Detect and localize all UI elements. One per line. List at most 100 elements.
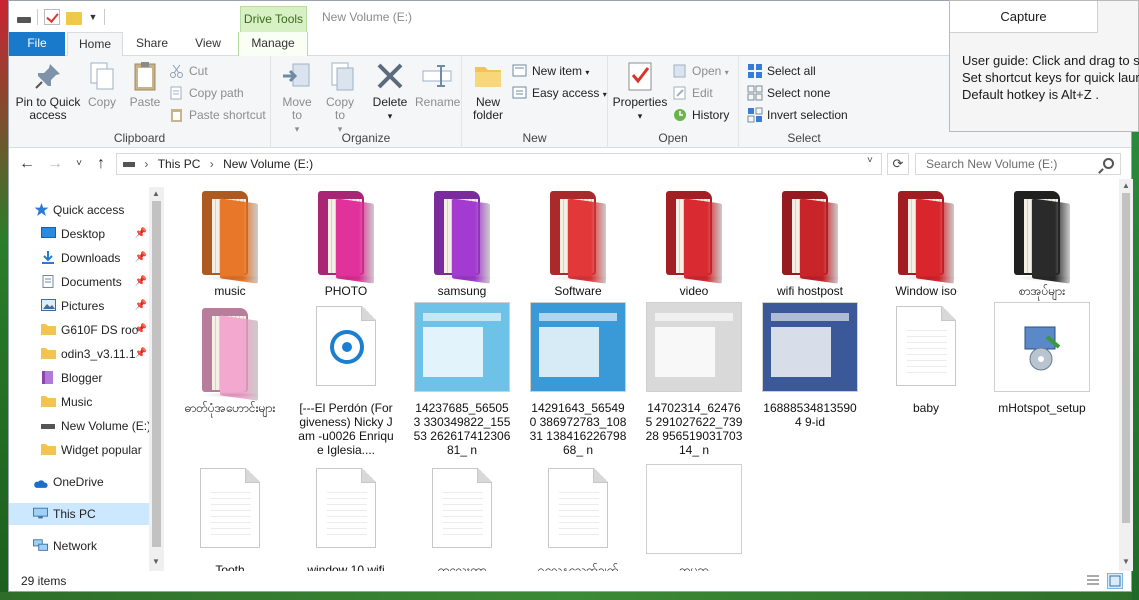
nav-item-label: Music [61,395,93,409]
file-name: PHOTO [324,284,368,298]
folder-icon [202,308,262,401]
tab-home[interactable]: Home [67,32,123,57]
file-item[interactable]: music [180,185,280,298]
history-button[interactable]: History [672,106,729,124]
nav-item[interactable]: Blogger [9,367,149,389]
paste-button[interactable]: Paste [127,60,163,109]
nav-item[interactable]: G610F DS roo 📌 [9,319,149,341]
file-item[interactable]: [---El Perdón (Forgiveness) Nicky Jam -u… [296,302,396,457]
scroll-down-arrow-icon[interactable]: ▼ [1122,557,1130,566]
file-item[interactable]: စာအုပ်များ [992,185,1092,298]
copy-button[interactable]: Copy [86,60,118,109]
image-thumbnail [762,302,858,392]
file-item[interactable]: ကလေးကာ [412,464,512,571]
file-item[interactable]: PHOTO [296,185,396,298]
back-arrow-icon[interactable]: ← [17,155,37,173]
nav-item[interactable]: Desktop 📌 [9,223,149,245]
paste-label: Paste [129,95,161,109]
file-item[interactable]: window 10 wifi [296,464,396,571]
scrollbar-thumb[interactable] [152,201,161,547]
tab-share[interactable]: Share [129,32,175,56]
invert-selection-button[interactable]: Invert selection [747,106,848,124]
file-item[interactable]: 14291643_565490 386972783_10831 13841622… [528,302,628,457]
file-item[interactable]: video [644,185,744,298]
file-item[interactable]: baby [876,302,976,415]
move-to-button[interactable]: Move to ▾ [279,60,315,136]
file-item[interactable]: 14702314_624765 291027622_73928 95651903… [644,302,744,457]
nav-onedrive[interactable]: OneDrive [9,471,149,493]
paste-shortcut-button[interactable]: Paste shortcut [169,106,266,124]
forward-arrow-icon[interactable]: → [45,155,65,173]
pin-icon[interactable]: 📌 [135,223,147,245]
nav-item[interactable]: Documents 📌 [9,271,149,293]
clipboard-group: Pin to Quick access Copy Paste Cut Copy … [9,56,271,148]
file-item[interactable]: ဂလေ့နသေတ်ချက် [528,464,628,571]
scroll-down-arrow-icon[interactable]: ▼ [152,557,160,566]
details-view-icon[interactable] [1085,573,1101,589]
large-icons-view-icon[interactable] [1107,573,1123,589]
nav-item[interactable]: Widget popular [9,439,149,461]
open-button[interactable]: Open ▾ [672,62,729,80]
scrollbar-thumb[interactable] [1122,193,1130,523]
navigation-scrollbar[interactable]: ▲ ▼ [149,187,164,571]
address-bar[interactable]: › This PC › New Volume (E:) [116,153,882,175]
file-item[interactable]: ဓာတ်ပုံအဟောင်းများ [180,302,280,415]
capture-button[interactable]: Capture [950,1,1098,33]
copy-path-button[interactable]: Copy path [169,84,244,102]
quick-access-toolbar: ▼ [17,9,105,25]
up-arrow-icon[interactable]: ↑ [91,155,111,173]
nav-item[interactable]: odin3_v3.11.1 📌 [9,343,149,365]
copy-to-button[interactable]: Copy to ▾ [322,60,358,136]
nav-item[interactable]: New Volume (E:) [9,415,149,437]
pin-icon[interactable]: 📌 [135,295,147,317]
nav-item[interactable]: Pictures 📌 [9,295,149,317]
scroll-up-arrow-icon[interactable]: ▲ [1122,181,1130,190]
pin-icon[interactable]: 📌 [135,319,147,341]
select-all-button[interactable]: Select all [747,62,816,80]
content-scrollbar[interactable]: ▲ ▼ [1119,179,1133,571]
new-folder-icon[interactable] [66,11,82,25]
rename-button[interactable]: Rename [415,60,460,109]
scissors-icon [169,63,185,79]
file-item[interactable]: Window iso [876,185,976,298]
file-item[interactable]: samsung [412,185,512,298]
file-item[interactable]: ဆမဆ [644,464,744,571]
select-none-button[interactable]: Select none [747,84,830,102]
refresh-icon[interactable]: ⟳ [887,153,909,175]
file-item[interactable]: 14237685_565053 330349822_15553 26261741… [412,302,512,457]
pin-icon[interactable]: 📌 [135,271,147,293]
tab-manage[interactable]: Manage [238,32,308,56]
pin-to-quick-access-button[interactable]: Pin to Quick access [13,60,83,122]
new-item-button[interactable]: New item ▾ [512,62,589,80]
installer-icon [994,302,1090,392]
file-item[interactable]: mHotspot_setup [992,302,1092,415]
file-item[interactable]: 168885348135904 9-id [760,302,860,429]
file-item[interactable]: wifi hostpost [760,185,860,298]
nav-item[interactable]: Music [9,391,149,413]
nav-quick-access[interactable]: Quick access [9,199,149,221]
properties-icon[interactable] [44,9,60,25]
delete-button[interactable]: Delete ▾ [371,60,409,123]
pin-icon[interactable]: 📌 [135,343,147,365]
customize-toolbar-dropdown-icon[interactable]: ▼ [88,12,98,22]
easy-access-button[interactable]: Easy access ▾ [512,84,607,102]
history-label: History [692,108,730,122]
recent-locations-chevron-icon[interactable]: ˅ [69,155,89,173]
search-input[interactable]: Search New Volume (E:) [915,153,1121,175]
tab-view[interactable]: View [185,32,231,56]
nav-this-pc[interactable]: This PC [9,503,149,525]
breadcrumb-volume[interactable]: New Volume (E:) [223,157,313,171]
breadcrumb-this-pc[interactable]: This PC [158,157,201,171]
nav-item[interactable]: Downloads 📌 [9,247,149,269]
edit-button[interactable]: Edit [672,84,713,102]
nav-network[interactable]: Network [9,535,149,557]
tab-file[interactable]: File [9,32,65,56]
file-item[interactable]: Software [528,185,628,298]
new-folder-button[interactable]: New folder [468,60,508,122]
cut-button[interactable]: Cut [169,62,208,80]
properties-button[interactable]: Properties ▾ [612,60,668,123]
file-item[interactable]: Tooth [180,464,280,571]
pin-icon[interactable]: 📌 [135,247,147,269]
address-dropdown-icon[interactable]: ˅ [867,155,873,166]
scroll-up-arrow-icon[interactable]: ▲ [152,189,160,198]
